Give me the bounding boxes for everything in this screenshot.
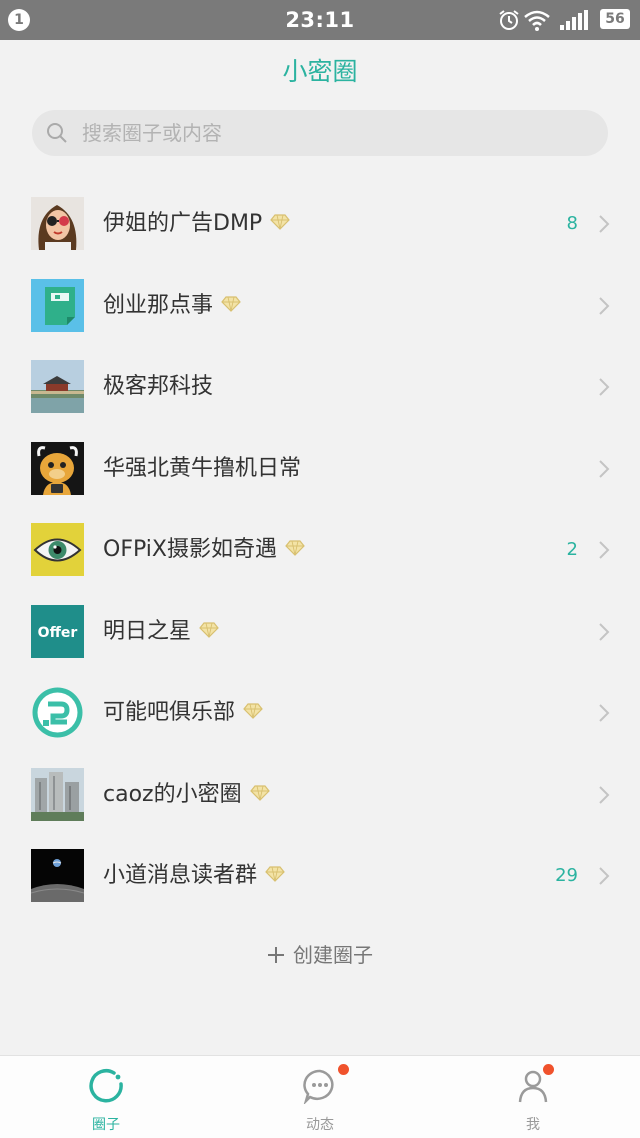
- cartoon-bull-avatar: [31, 441, 84, 495]
- circle-name-text: 小道消息读者群: [103, 863, 258, 888]
- circle-name-text: caoz的小密圈: [103, 781, 242, 807]
- circle-name-text: 明日之星: [103, 618, 192, 644]
- circle-name: 伊姐的广告DMP: [103, 183, 291, 264]
- chat-bubble-icon: [303, 1069, 334, 1104]
- tab-feed[interactable]: 动态: [250, 1056, 390, 1138]
- circle-name: caoz的小密圈: [103, 754, 270, 835]
- circle-name-text: OFPiX摄影如奇遇: [103, 537, 277, 562]
- diamond-icon: [221, 295, 241, 312]
- tab-circles[interactable]: 圈子: [36, 1056, 176, 1138]
- search-icon: [47, 123, 67, 143]
- plus-icon: [268, 946, 284, 963]
- chevron-right-icon: [599, 378, 610, 396]
- circle-item[interactable]: 可能吧俱乐部: [0, 672, 640, 754]
- signal-icon: [560, 10, 588, 30]
- circle-item[interactable]: OFPiX摄影如奇遇 2: [0, 509, 640, 591]
- unread-count: 2: [566, 539, 578, 560]
- circle-name-text: 极客邦科技: [103, 374, 214, 399]
- diamond-icon: [249, 784, 270, 801]
- tab-label: 圈子: [92, 1117, 120, 1133]
- buildings-photo-avatar: [31, 767, 84, 821]
- tab-label: 我: [526, 1117, 540, 1133]
- page-title: 小密圈: [282, 57, 358, 86]
- chevron-right-icon: [599, 296, 610, 315]
- svg-text:Offer: Offer: [38, 625, 78, 641]
- chevron-right-icon: [599, 215, 610, 233]
- circle-name: 小道消息读者群: [103, 835, 285, 916]
- earthrise-photo-avatar: [31, 849, 84, 902]
- alarm-icon: [499, 10, 519, 30]
- cartoon-girl-avatar: [31, 197, 84, 250]
- chevron-right-icon: [599, 541, 610, 559]
- kenengba-logo-avatar: [31, 686, 84, 739]
- circle-name: 可能吧俱乐部: [103, 672, 263, 753]
- search-placeholder: 搜索圈子或内容: [82, 121, 222, 145]
- chevron-right-icon: [599, 867, 610, 885]
- circle-name-text: 华强北黄牛撸机日常: [103, 455, 302, 481]
- diamond-icon: [243, 703, 263, 719]
- circle-item[interactable]: Offer 明日之星: [0, 591, 640, 673]
- circle-item[interactable]: 小道消息读者群 29: [0, 835, 640, 917]
- chevron-right-icon: [599, 622, 610, 641]
- palace-photo-avatar: [31, 360, 84, 413]
- circle-list: 伊姐的广告DMP 8 创业那点事 极客邦科技 华强北黄牛撸机日常 OFPiX摄影…: [0, 183, 640, 917]
- chevron-right-icon: [599, 459, 610, 478]
- circle-name: OFPiX摄影如奇遇: [103, 509, 305, 590]
- unread-count: 29: [555, 865, 578, 886]
- circle-item[interactable]: caoz的小密圈: [0, 754, 640, 836]
- bottom-tab-bar: 圈子 动态 我: [0, 1055, 640, 1138]
- create-circle-button[interactable]: 创建圈子: [0, 935, 640, 975]
- diamond-icon: [199, 621, 219, 638]
- circle-name-text: 创业那点事: [103, 292, 214, 318]
- eye-avatar: [31, 523, 84, 576]
- circle-icon: [89, 1069, 123, 1103]
- circle-name: 明日之星: [103, 591, 219, 672]
- diamond-icon: [285, 540, 305, 556]
- notification-dot: [543, 1064, 554, 1075]
- unread-count: 8: [566, 213, 578, 234]
- circle-name-text: 可能吧俱乐部: [103, 700, 236, 725]
- circle-name: 极客邦科技: [103, 346, 213, 427]
- status-bar: 1 23:11 56: [0, 0, 640, 40]
- diamond-icon: [270, 214, 291, 230]
- wifi-icon: [524, 10, 550, 31]
- chevron-right-icon: [599, 785, 610, 804]
- circle-item[interactable]: 极客邦科技: [0, 346, 640, 428]
- chevron-right-icon: [599, 704, 610, 722]
- search-input[interactable]: 搜索圈子或内容: [32, 110, 608, 156]
- circle-item[interactable]: 伊姐的广告DMP 8: [0, 183, 640, 265]
- green-folder-avatar: [31, 278, 84, 332]
- circle-name-text: 伊姐的广告DMP: [103, 211, 263, 236]
- diamond-icon: [265, 866, 285, 882]
- battery-indicator: 56: [600, 9, 630, 29]
- app-screen: 1 23:11 56 小密圈 搜索圈子或内容 伊姐的广告DMP 8 创业那点事 …: [0, 0, 640, 1138]
- create-circle-label: 创建圈子: [293, 943, 373, 967]
- tab-me[interactable]: 我: [463, 1056, 603, 1138]
- offer-logo-avatar: Offer: [31, 604, 84, 658]
- tab-label: 动态: [306, 1117, 334, 1133]
- circle-name: 华强北黄牛撸机日常: [103, 428, 301, 509]
- circle-item[interactable]: 创业那点事: [0, 265, 640, 347]
- notification-dot: [338, 1064, 349, 1075]
- circle-item[interactable]: 华强北黄牛撸机日常: [0, 428, 640, 510]
- circle-name: 创业那点事: [103, 265, 241, 346]
